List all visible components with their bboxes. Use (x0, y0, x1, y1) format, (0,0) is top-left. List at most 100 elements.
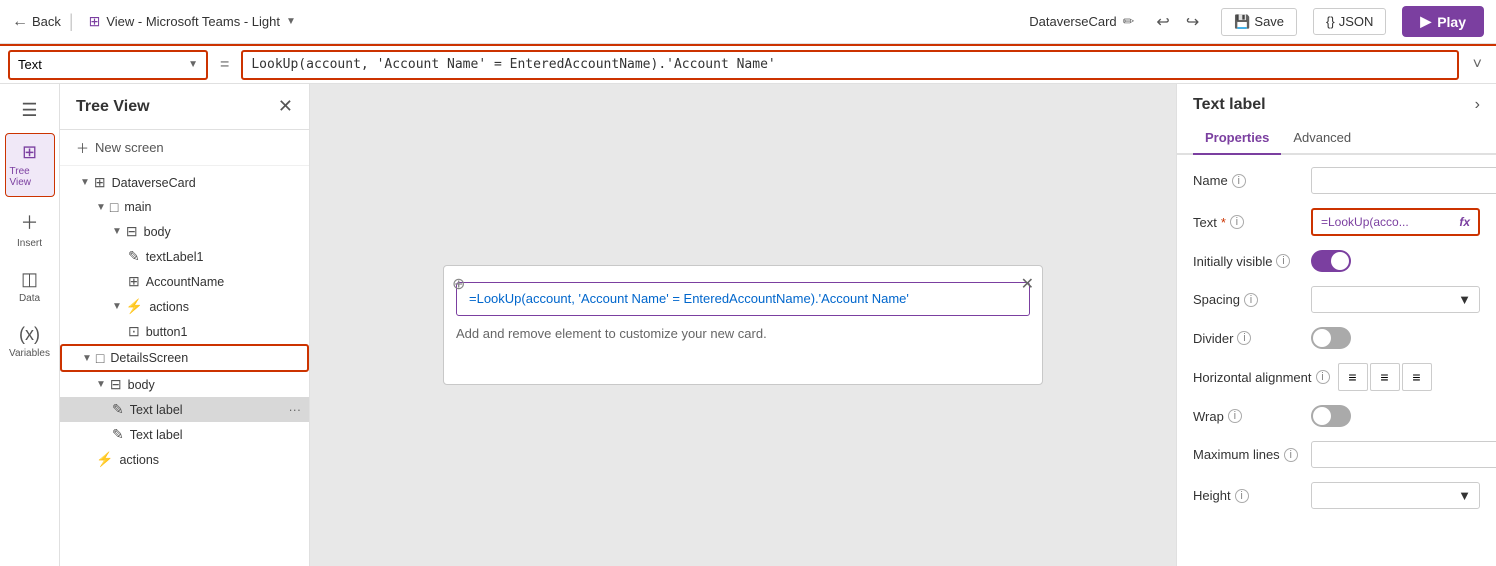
maxlines-input[interactable] (1311, 441, 1496, 468)
divider-info-icon[interactable]: i (1237, 331, 1251, 345)
divider-toggle[interactable] (1311, 327, 1351, 349)
formula-expand-icon[interactable]: ˅ (1467, 56, 1488, 74)
tree-item-dataversecard[interactable]: ▼ ⊞ DataverseCard (60, 170, 309, 195)
prop-visible-label: Initially visible i (1193, 254, 1303, 269)
sidebar-tree-label: Tree View (10, 166, 50, 188)
wrap-toggle[interactable] (1311, 405, 1351, 427)
wrap-info-icon[interactable]: i (1228, 409, 1242, 423)
back-button[interactable]: ← Back (12, 13, 61, 31)
tree-view-icon: ⊞ (22, 142, 37, 163)
prop-height-label: Height i (1193, 488, 1303, 503)
tree-item-more-button[interactable]: ··· (289, 403, 302, 417)
tree-item-main[interactable]: ▼ □ main (60, 195, 309, 219)
tree-item-button1[interactable]: ⊡ button1 (60, 319, 309, 344)
maxlines-info-icon[interactable]: i (1284, 448, 1298, 462)
tree-item-label: Text label (130, 428, 183, 442)
tree-item-body-2[interactable]: ▼ ⊟ body (60, 372, 309, 397)
tree-item-textlabel-selected[interactable]: ✎ Text label ··· (60, 397, 309, 422)
text-formula-input[interactable]: =LookUp(acco... fx (1311, 208, 1480, 236)
tree-item-label: main (124, 200, 151, 214)
visible-info-icon[interactable]: i (1276, 254, 1290, 268)
sidebar-variables-label: Variables (9, 348, 50, 359)
card-close-button[interactable]: ✕ (1021, 274, 1034, 294)
name-input[interactable] (1311, 167, 1496, 194)
right-panel-body: Name i Text * i =LookUp(acco... fx (1177, 155, 1496, 566)
tree-item-detailsscreen[interactable]: ▼ □ DetailsScreen (60, 344, 309, 372)
tree-item-label: Text label (130, 403, 183, 417)
align-right-button[interactable]: ≡ (1402, 363, 1432, 391)
hamburger-menu-button[interactable]: ☰ (13, 92, 45, 129)
sidebar-item-insert[interactable]: ＋ Insert (5, 201, 55, 257)
tree-panel-header: Tree View ✕ (60, 84, 309, 130)
sidebar-item-variables[interactable]: (x) Variables (5, 316, 55, 367)
formula-selector[interactable]: Text ▼ (8, 50, 208, 80)
edit-icon[interactable]: ✏ (1123, 13, 1135, 30)
tree-item-actions-1[interactable]: ▼ ⚡ actions (60, 294, 309, 319)
spacing-info-icon[interactable]: i (1244, 293, 1258, 307)
name-info-icon[interactable]: i (1232, 174, 1246, 188)
prop-name-label: Name i (1193, 173, 1303, 188)
save-icon: 💾 (1234, 14, 1250, 30)
new-screen-button[interactable]: ＋ New screen (60, 130, 309, 166)
prop-text-label: Text * i (1193, 215, 1303, 230)
view-label: View - Microsoft Teams - Light (106, 14, 280, 29)
json-button[interactable]: {} JSON (1313, 8, 1386, 35)
tree-item-label: actions (119, 453, 159, 467)
json-icon: {} (1326, 14, 1335, 29)
right-panel: Text label › Properties Advanced Name i (1176, 84, 1496, 566)
topbar-right: DataverseCard ✏ ↩ ↪ 💾 Save {} JSON ▶ Pla… (1029, 6, 1484, 37)
label-icon: ✎ (112, 401, 124, 418)
prop-visible-row: Initially visible i (1193, 250, 1480, 272)
screen-icon: □ (96, 350, 104, 366)
move-icon[interactable]: ⊕ (452, 274, 465, 294)
tree-item-textlabel-2[interactable]: ✎ Text label (60, 422, 309, 447)
chevron-icon: ▼ (112, 301, 122, 312)
undo-button[interactable]: ↩ (1150, 8, 1175, 36)
button-icon: ⊡ (128, 323, 140, 340)
card-formula-line: =LookUp(account, 'Account Name' = Entere… (456, 282, 1030, 316)
container-icon: □ (110, 199, 118, 215)
tree-item-label: body (128, 378, 155, 392)
sidebar-item-tree-view[interactable]: ⊞ Tree View (5, 133, 55, 197)
json-label: JSON (1339, 14, 1374, 29)
tree-item-body-1[interactable]: ▼ ⊟ body (60, 219, 309, 244)
tab-advanced[interactable]: Advanced (1281, 122, 1363, 155)
main-content: ☰ ⊞ Tree View ＋ Insert ◫ Data (x) Variab… (0, 84, 1496, 566)
alignment-info-icon[interactable]: i (1316, 370, 1330, 384)
align-center-button[interactable]: ≡ (1370, 363, 1400, 391)
back-arrow-icon: ← (12, 13, 28, 31)
dataverse-name: DataverseCard (1029, 14, 1116, 29)
tree-item-label: actions (149, 300, 189, 314)
tree-item-actions-2[interactable]: ⚡ actions (60, 447, 309, 472)
tree-item-accountname[interactable]: ⊞ AccountName (60, 269, 309, 294)
chevron-icon: ▼ (96, 202, 106, 213)
left-sidebar: ☰ ⊞ Tree View ＋ Insert ◫ Data (x) Variab… (0, 84, 60, 566)
redo-button[interactable]: ↪ (1180, 8, 1205, 36)
prop-spacing-row: Spacing i ▼ (1193, 286, 1480, 313)
fx-icon: fx (1459, 215, 1470, 229)
play-button[interactable]: ▶ Play (1402, 6, 1484, 37)
prop-wrap-label: Wrap i (1193, 409, 1303, 424)
initially-visible-toggle[interactable] (1311, 250, 1351, 272)
tree-close-button[interactable]: ✕ (278, 96, 293, 117)
undo-redo-group: ↩ ↪ (1150, 8, 1205, 36)
save-button[interactable]: 💾 Save (1221, 8, 1297, 36)
body-icon: ⊟ (110, 376, 122, 393)
tab-properties[interactable]: Properties (1193, 122, 1281, 155)
height-select[interactable]: ▼ (1311, 482, 1480, 509)
label-icon: ✎ (128, 248, 140, 265)
tree-body: ▼ ⊞ DataverseCard ▼ □ main ▼ ⊟ body ✎ te… (60, 166, 309, 566)
align-left-button[interactable]: ≡ (1338, 363, 1368, 391)
prop-spacing-label: Spacing i (1193, 292, 1303, 307)
formula-input[interactable] (241, 50, 1458, 80)
tree-item-textlabel1[interactable]: ✎ textLabel1 (60, 244, 309, 269)
spacing-select[interactable]: ▼ (1311, 286, 1480, 313)
right-panel-chevron-icon[interactable]: › (1475, 96, 1480, 114)
text-info-icon[interactable]: i (1230, 215, 1244, 229)
view-selector[interactable]: ⊞ View - Microsoft Teams - Light ▼ (82, 10, 303, 33)
label-icon: ✎ (112, 426, 124, 443)
prop-divider-row: Divider i (1193, 327, 1480, 349)
canvas-area: ⊕ ✕ =LookUp(account, 'Account Name' = En… (310, 84, 1176, 566)
height-info-icon[interactable]: i (1235, 489, 1249, 503)
sidebar-item-data[interactable]: ◫ Data (5, 261, 55, 312)
